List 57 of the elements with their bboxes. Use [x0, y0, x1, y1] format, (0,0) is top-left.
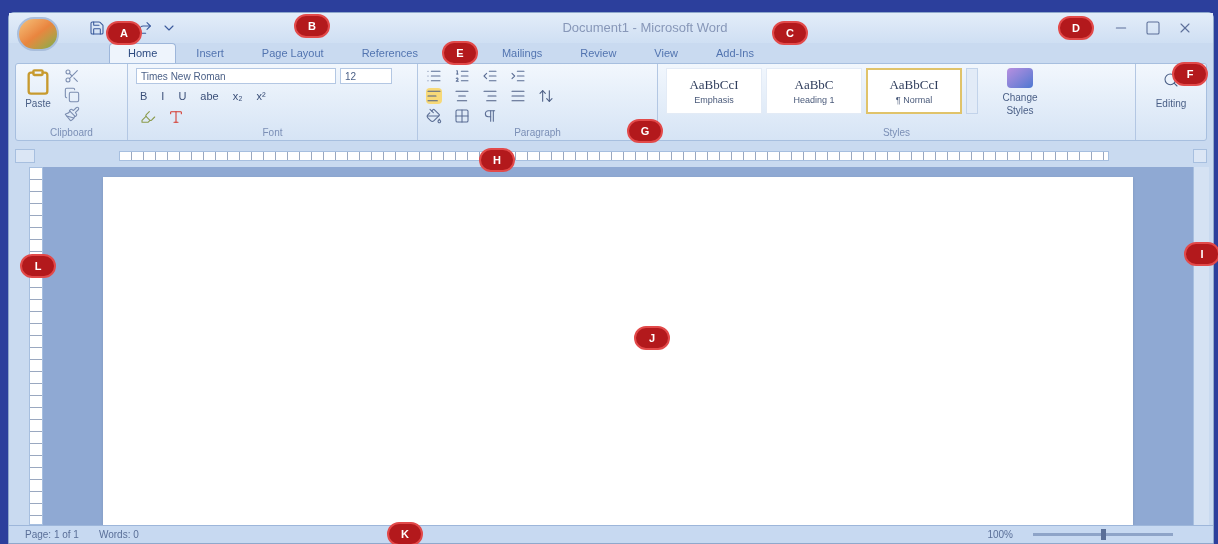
pilcrow-icon[interactable] — [482, 108, 498, 124]
callout-marker: I — [1184, 242, 1218, 266]
outdent-icon[interactable] — [482, 68, 498, 84]
indent-icon[interactable] — [510, 68, 526, 84]
save-icon[interactable] — [89, 20, 105, 36]
office-button[interactable] — [17, 17, 59, 51]
callout-marker: E — [441, 41, 478, 65]
window-title: Document1 - Microsoft Word — [562, 19, 728, 38]
maximize-icon[interactable] — [1145, 20, 1161, 36]
format-button[interactable]: U — [178, 88, 187, 105]
group-label: Clipboard — [49, 126, 94, 140]
ribbon-tab[interactable]: Review — [562, 43, 635, 63]
borders-icon[interactable] — [454, 108, 470, 124]
format-button[interactable]: x² — [256, 88, 266, 105]
page-count[interactable]: Page: 1 of 1 — [25, 527, 79, 542]
justify-icon[interactable] — [510, 88, 526, 104]
style-gallery-item[interactable]: AaBbC Heading 1 — [766, 68, 862, 114]
align-right-icon[interactable] — [482, 88, 498, 104]
callout-marker: K — [387, 522, 423, 544]
style-gallery-item[interactable]: AaBbCcI Emphasis — [666, 68, 762, 114]
cut-icon[interactable] — [64, 68, 80, 84]
format-button[interactable]: I — [161, 88, 165, 105]
ribbon-tab[interactable]: References — [343, 43, 436, 63]
format-button[interactable]: B — [140, 88, 148, 105]
align-center-icon[interactable] — [454, 88, 470, 104]
zoom-slider-thumb[interactable] — [1101, 529, 1106, 540]
highlighter-icon[interactable] — [140, 108, 156, 125]
line-spacing-icon[interactable] — [538, 88, 554, 104]
copy-icon[interactable] — [64, 87, 80, 103]
ribbon-tab[interactable]: Add-Ins — [698, 43, 772, 63]
align-left-icon[interactable] — [426, 88, 442, 104]
callout-marker: F — [1172, 62, 1208, 86]
group-label: Paragraph — [514, 126, 561, 140]
font-name-field[interactable]: Times New Roman — [136, 68, 336, 84]
callout-marker: A — [106, 21, 142, 45]
paste-button[interactable]: Paste — [24, 68, 52, 111]
ribbon-tab[interactable]: Mailings — [483, 43, 561, 63]
style-gallery-item[interactable]: AaBbCcI ¶ Normal — [866, 68, 962, 114]
numbering-icon[interactable] — [454, 68, 470, 84]
ribbon-tab[interactable]: Page Layout — [243, 43, 342, 63]
ribbon-tab[interactable]: Home — [109, 43, 177, 63]
word-count[interactable]: Words: 0 — [98, 527, 139, 542]
bullets-icon[interactable] — [426, 68, 442, 84]
editing-button[interactable]: Editing — [1155, 96, 1187, 111]
format-button[interactable]: x₂ — [232, 88, 243, 105]
font-color-icon[interactable] — [168, 108, 184, 125]
font-size-field[interactable]: 12 — [340, 68, 392, 84]
group-label: Styles — [881, 126, 912, 140]
ribbon-tab[interactable]: View — [636, 43, 696, 63]
format-button[interactable]: abe — [200, 88, 219, 105]
ribbon-tab[interactable]: Insert — [178, 43, 242, 63]
vertical-scrollbar[interactable] — [1193, 167, 1209, 525]
shading-icon[interactable] — [426, 108, 442, 124]
format-painter-icon[interactable] — [64, 106, 80, 122]
zoom-level[interactable]: 100% — [987, 527, 1013, 542]
group-label: Font — [261, 126, 284, 140]
change-styles-button[interactable]: Change Styles — [990, 68, 1050, 117]
